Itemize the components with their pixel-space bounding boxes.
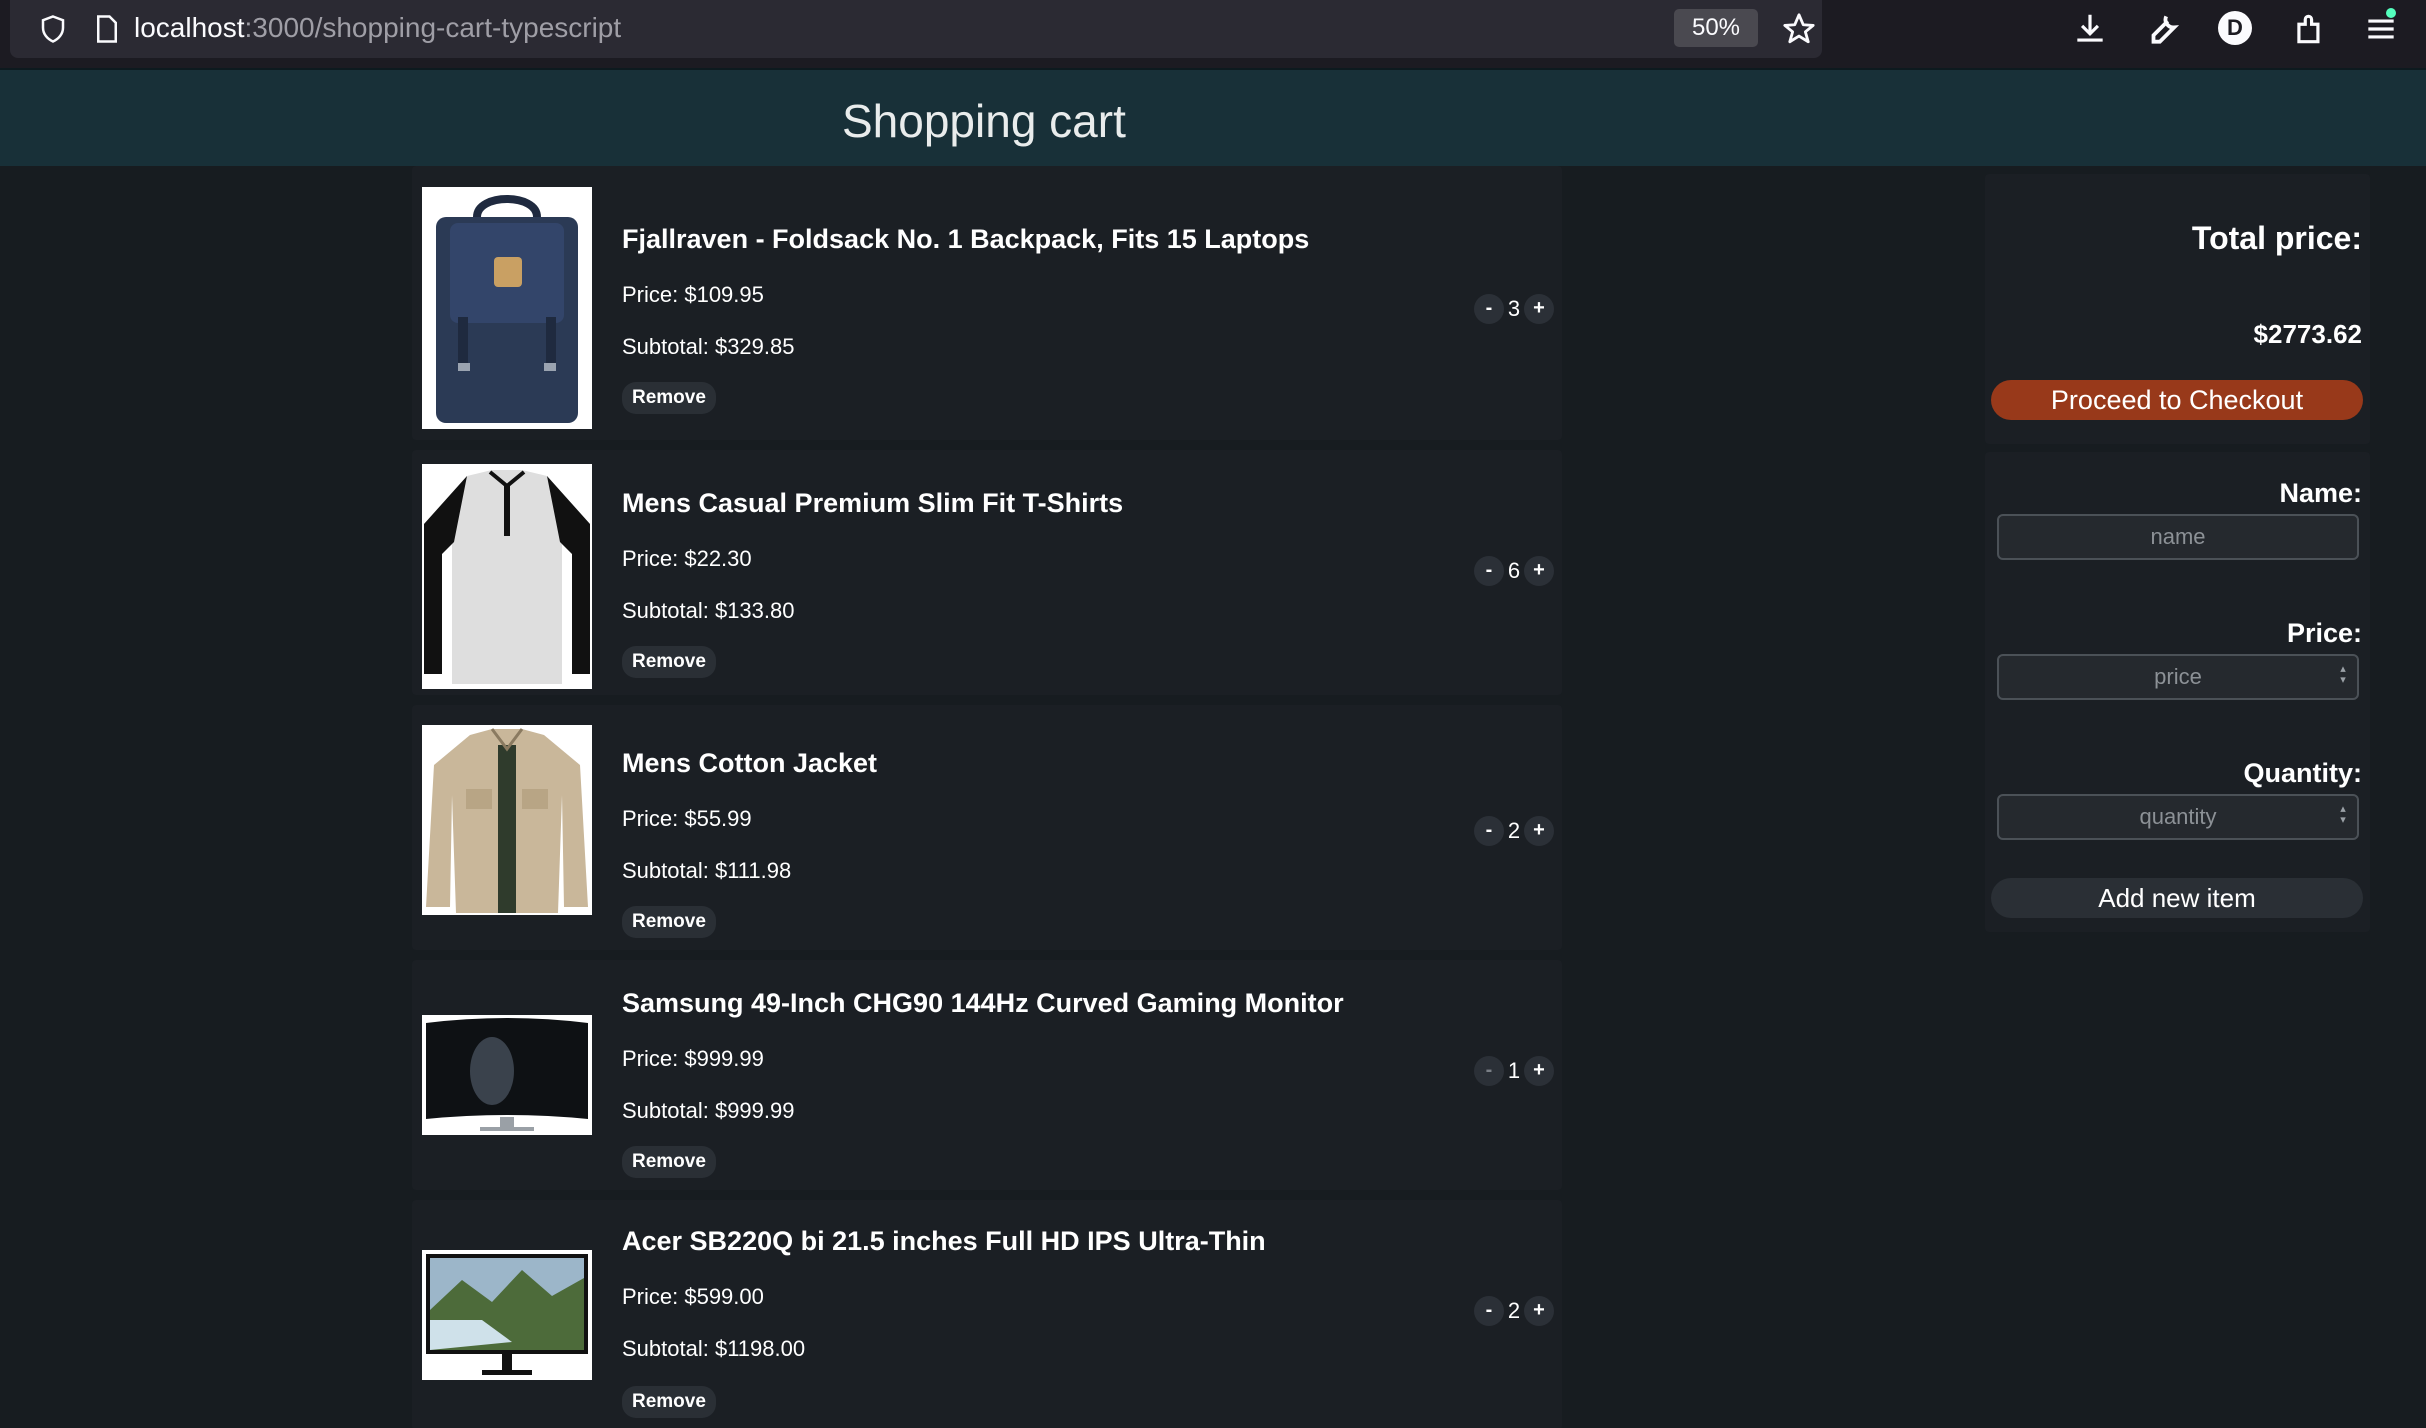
- product-price: Price: $22.30: [622, 546, 752, 571]
- increase-quantity-button[interactable]: +: [1524, 816, 1554, 846]
- name-label: Name:: [2279, 478, 2362, 508]
- quantity-stepper: - 1 +: [1474, 1056, 1566, 1086]
- bookmark-star-icon[interactable]: [1782, 12, 1816, 46]
- quantity-stepper: - 3 +: [1474, 294, 1566, 324]
- quantity-value: 2: [1507, 1298, 1521, 1323]
- quantity-field: ▴▾: [1985, 794, 2370, 840]
- decrease-quantity-button[interactable]: -: [1474, 1296, 1504, 1326]
- product-price: Price: $999.99: [622, 1046, 764, 1071]
- product-price: Price: $599.00: [622, 1284, 764, 1309]
- product-image-monitor: [422, 1015, 592, 1135]
- extensions-icon[interactable]: [2291, 10, 2329, 48]
- remove-button[interactable]: Remove: [622, 646, 716, 678]
- increase-quantity-button[interactable]: +: [1524, 1296, 1554, 1326]
- product-image-tshirt: [422, 464, 592, 689]
- add-item-form: Name: Price: ▴▾ Quantity: ▴▾ Add new ite…: [1985, 452, 2370, 932]
- product-image-backpack: [422, 187, 592, 429]
- increase-quantity-button[interactable]: +: [1524, 1056, 1554, 1086]
- url-text[interactable]: localhost:3000/shopping-cart-typescript: [134, 12, 621, 44]
- quantity-value: 2: [1507, 818, 1521, 843]
- url-host: localhost: [134, 12, 245, 43]
- price-field: ▴▾: [1985, 654, 2370, 700]
- product-subtotal: Subtotal: $329.85: [622, 334, 795, 359]
- url-bar[interactable]: localhost:3000/shopping-cart-typescript …: [10, 0, 1822, 58]
- account-avatar[interactable]: D: [2218, 11, 2252, 45]
- quantity-input[interactable]: [1997, 794, 2359, 840]
- product-name: Mens Casual Premium Slim Fit T-Shirts: [622, 488, 1124, 518]
- product-subtotal: Subtotal: $111.98: [622, 858, 792, 883]
- total-price-value: $2773.62: [2253, 319, 2362, 349]
- product-name: Samsung 49-Inch CHG90 144Hz Curved Gamin…: [622, 988, 1344, 1018]
- cart-item: Fjallraven - Foldsack No. 1 Backpack, Fi…: [412, 166, 1562, 440]
- product-price: Price: $109.95: [622, 282, 764, 307]
- browser-toolbar: localhost:3000/shopping-cart-typescript …: [0, 0, 2426, 68]
- product-subtotal: Subtotal: $999.99: [622, 1098, 795, 1123]
- url-path: :3000/shopping-cart-typescript: [244, 12, 622, 43]
- decrease-quantity-button[interactable]: -: [1474, 1056, 1504, 1086]
- product-name: Acer SB220Q bi 21.5 inches Full HD IPS U…: [622, 1226, 1266, 1256]
- total-price-label: Total price:: [2191, 220, 2362, 256]
- checkout-button[interactable]: Proceed to Checkout: [1991, 380, 2363, 420]
- product-price: Price: $55.99: [622, 806, 752, 831]
- remove-button[interactable]: Remove: [622, 1146, 716, 1178]
- download-icon[interactable]: [2071, 10, 2109, 48]
- quantity-stepper: - 2 +: [1474, 1296, 1566, 1326]
- cart-item: Mens Casual Premium Slim Fit T-Shirts Pr…: [412, 450, 1562, 695]
- decrease-quantity-button[interactable]: -: [1474, 556, 1504, 586]
- product-name: Mens Cotton Jacket: [622, 748, 878, 778]
- quantity-stepper: - 2 +: [1474, 816, 1566, 846]
- total-panel: Total price: $2773.62 Proceed to Checkou…: [1985, 174, 2370, 444]
- cart-item: Acer SB220Q bi 21.5 inches Full HD IPS U…: [412, 1200, 1562, 1428]
- product-subtotal: Subtotal: $133.80: [622, 598, 795, 623]
- product-image-acer-monitor: [422, 1250, 592, 1380]
- product-name: Fjallraven - Foldsack No. 1 Backpack, Fi…: [622, 224, 1310, 254]
- quantity-value: 1: [1507, 1058, 1521, 1083]
- price-input[interactable]: [1997, 654, 2359, 700]
- increase-quantity-button[interactable]: +: [1524, 556, 1554, 586]
- remove-button[interactable]: Remove: [622, 906, 716, 938]
- cart-item: Samsung 49-Inch CHG90 144Hz Curved Gamin…: [412, 960, 1562, 1190]
- product-image-jacket: [422, 725, 592, 915]
- decrease-quantity-button[interactable]: -: [1474, 294, 1504, 324]
- name-input[interactable]: [1997, 514, 2359, 560]
- remove-button[interactable]: Remove: [622, 382, 716, 414]
- quantity-label: Quantity:: [2243, 758, 2363, 788]
- page-title: Shopping cart: [842, 95, 1126, 147]
- quantity-value: 6: [1507, 558, 1521, 583]
- quantity-stepper: - 6 +: [1474, 556, 1566, 586]
- app-header: Shopping cart: [0, 68, 2426, 166]
- decrease-quantity-button[interactable]: -: [1474, 816, 1504, 846]
- quantity-spinner-icon[interactable]: ▴ ▾: [2338, 804, 2348, 826]
- shield-icon[interactable]: [38, 14, 68, 44]
- zoom-level[interactable]: 50%: [1674, 9, 1758, 47]
- price-label: Price:: [2286, 618, 2362, 648]
- quantity-value: 3: [1507, 296, 1521, 321]
- product-subtotal: Subtotal: $1198.00: [622, 1336, 806, 1361]
- price-spinner-icon[interactable]: ▴ ▾: [2338, 664, 2348, 686]
- increase-quantity-button[interactable]: +: [1524, 294, 1554, 324]
- update-badge: [2386, 8, 2396, 18]
- remove-button[interactable]: Remove: [622, 1386, 716, 1418]
- add-item-button[interactable]: Add new item: [1991, 878, 2363, 918]
- cart-item: Mens Cotton Jacket Price: $55.99 Subtota…: [412, 705, 1562, 950]
- wrench-icon[interactable]: [2144, 10, 2182, 48]
- page-icon: [97, 15, 117, 43]
